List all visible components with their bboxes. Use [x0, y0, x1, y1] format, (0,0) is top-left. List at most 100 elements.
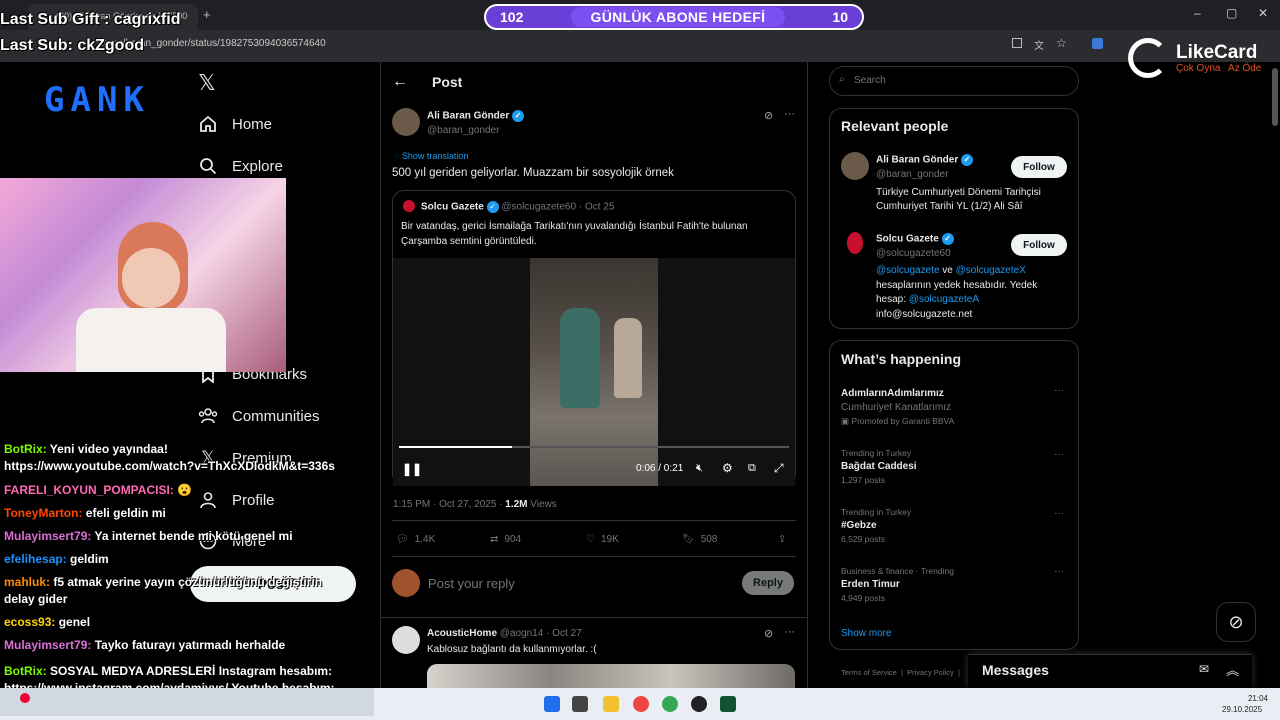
chat-username: ToneyMarton:: [4, 506, 83, 520]
grok-button-icon[interactable]: ⊘: [1216, 602, 1256, 642]
trend-context: Trending in Turkey: [841, 507, 912, 517]
gank-logo: GANK: [44, 80, 150, 120]
more-options-icon[interactable]: ···: [1054, 566, 1064, 577]
like-action[interactable]: ♡ 19K: [586, 534, 619, 545]
translate-icon[interactable]: 文: [1034, 37, 1044, 52]
pause-icon[interactable]: ❚❚: [402, 462, 422, 476]
reply-author[interactable]: AcousticHome: [427, 628, 497, 639]
nav-communities-label: Communities: [232, 407, 320, 425]
person-name[interactable]: Solcu Gazete ✓: [876, 233, 954, 245]
grok-icon[interactable]: ⊘: [764, 627, 773, 640]
install-app-icon[interactable]: [1012, 38, 1022, 48]
star-icon[interactable]: ☆: [1056, 36, 1067, 50]
chat-message: FARELI_KOYUN_POMPACISI: 😮: [4, 482, 192, 498]
close-window-button[interactable]: ✕: [1258, 6, 1268, 20]
maximize-button[interactable]: ▢: [1226, 6, 1237, 20]
chat-message: Mulayimsert79: Ya internet bende mi kötü…: [4, 528, 293, 544]
search-input[interactable]: Search: [829, 66, 1079, 96]
nav-profile[interactable]: Profile: [198, 490, 275, 510]
nav-explore[interactable]: Explore: [198, 156, 283, 176]
chat-text: https://www.youtube.com/watch?v=ThXcXDlo…: [4, 459, 335, 473]
more-options-icon[interactable]: ···: [1054, 385, 1064, 396]
streamer-face: [122, 248, 180, 308]
trend-item[interactable]: AdımlarınAdımlarımız Cumhuriyet Kanatlar…: [841, 388, 1067, 427]
messages-title: Messages: [982, 662, 1049, 678]
reply-author-row: AcousticHome @aogn14 · Oct 27: [427, 628, 582, 639]
reply-action[interactable]: 💬︎ 1.4K: [396, 534, 435, 545]
more-options-icon[interactable]: ···: [784, 108, 795, 120]
minimize-button[interactable]: –: [1194, 6, 1201, 20]
reply-input[interactable]: Post your reply: [428, 576, 515, 591]
chat-text: geldim: [66, 552, 109, 566]
video-progress-track[interactable]: [399, 446, 789, 448]
chat-text: Ya internet bende mi kötü genel mi: [91, 529, 293, 543]
retweet-action[interactable]: ⇄ 904: [490, 534, 521, 545]
bio-link[interactable]: @solcugazeteX: [956, 265, 1026, 276]
author-handle[interactable]: @baran_gonder: [427, 125, 499, 136]
trend-item[interactable]: Trending in Turkey Bağdat Caddesi 1,297 …: [841, 448, 1067, 485]
search-icon: ⌕: [839, 74, 845, 85]
nav-communities[interactable]: Communities: [198, 406, 320, 426]
more-options-icon[interactable]: ···: [784, 626, 795, 638]
chat-username: FARELI_KOYUN_POMPACISI:: [4, 483, 174, 497]
reply-image[interactable]: [427, 664, 795, 688]
trend-meta: 1,297 posts: [841, 475, 885, 485]
show-more-link[interactable]: Show more: [841, 628, 892, 639]
file-explorer-icon[interactable]: [603, 696, 619, 712]
expand-icon[interactable]: ︽: [1226, 660, 1239, 679]
share-icon[interactable]: ⇪: [778, 534, 786, 545]
reply-avatar[interactable]: [392, 626, 420, 654]
bio-link[interactable]: @solcugazete: [876, 265, 940, 276]
author-avatar[interactable]: [392, 108, 420, 136]
person-bio: @solcugazete ve @solcugazeteX hesapların…: [876, 265, 1038, 320]
chrome-icon[interactable]: [662, 696, 678, 712]
app-icon[interactable]: [633, 696, 649, 712]
chat-message: ecoss93: genel: [4, 614, 90, 630]
whats-happening-panel: [829, 340, 1079, 650]
show-translation-link[interactable]: ◌ Show translation: [394, 151, 468, 161]
new-tab-button[interactable]: +: [203, 7, 211, 22]
chat-username: Mulayimsert79:: [4, 638, 92, 652]
person-avatar[interactable]: [847, 232, 863, 254]
bookmark-action[interactable]: 🔖︎ 508: [682, 534, 717, 545]
author-name[interactable]: Ali Baran Gönder ✓: [427, 110, 525, 122]
my-avatar[interactable]: [392, 569, 420, 597]
follow-button[interactable]: Follow: [1011, 156, 1067, 178]
person-icon: [198, 490, 218, 510]
clock-date: 29.10.2025: [1222, 705, 1263, 714]
sponsor-tag2: Az Öde: [1228, 63, 1262, 74]
follow-button[interactable]: Follow: [1011, 234, 1067, 256]
x-logo-icon[interactable]: 𝕏: [198, 70, 216, 96]
settings-icon[interactable]: ⚙: [722, 461, 733, 475]
extension-icon[interactable]: [1092, 38, 1103, 49]
reply-button[interactable]: Reply: [742, 571, 794, 595]
nav-home[interactable]: Home: [198, 114, 272, 134]
more-options-icon[interactable]: ···: [1054, 449, 1064, 460]
back-arrow-icon[interactable]: ←: [392, 73, 408, 91]
footer-links[interactable]: Terms of Service | Privacy Policy |: [841, 668, 960, 677]
pip-icon[interactable]: ⧉: [748, 462, 756, 475]
person-avatar[interactable]: [841, 152, 869, 180]
app-icon[interactable]: [691, 696, 707, 712]
compose-message-icon[interactable]: ✉: [1199, 662, 1209, 676]
task-view-icon[interactable]: [572, 696, 588, 712]
fullscreen-icon[interactable]: ⤢: [774, 461, 784, 476]
trend-title: AdımlarınAdımlarımız: [841, 388, 944, 399]
trend-item[interactable]: Business & finance · Trending Erden Timu…: [841, 566, 1067, 603]
grok-icon[interactable]: ⊘: [764, 109, 773, 122]
heart-icon: ♡: [586, 534, 595, 545]
more-options-icon[interactable]: ···: [1054, 508, 1064, 519]
person-name[interactable]: Ali Baran Gönder ✓: [876, 154, 974, 166]
app-icon[interactable]: [720, 696, 736, 712]
bio-link[interactable]: @solcugazeteA: [909, 294, 979, 305]
scrollbar-thumb[interactable]: [1272, 68, 1278, 126]
nav-explore-label: Explore: [232, 157, 283, 175]
quote-date: Oct 25: [584, 201, 615, 213]
chat-message: efelihesap: geldim: [4, 551, 109, 567]
reply-handle: @aogn14: [499, 628, 544, 639]
windows-start-icon[interactable]: [544, 696, 560, 712]
trend-item[interactable]: Trending in Turkey #Gebze 6,529 posts: [841, 507, 1067, 544]
sponsor-tag1: Çok Oyna: [1176, 63, 1221, 74]
post-meta: 1:15 PM · Oct 27, 2025 · 1.2M Views: [393, 499, 557, 510]
mute-icon[interactable]: 🔇︎: [696, 462, 703, 475]
